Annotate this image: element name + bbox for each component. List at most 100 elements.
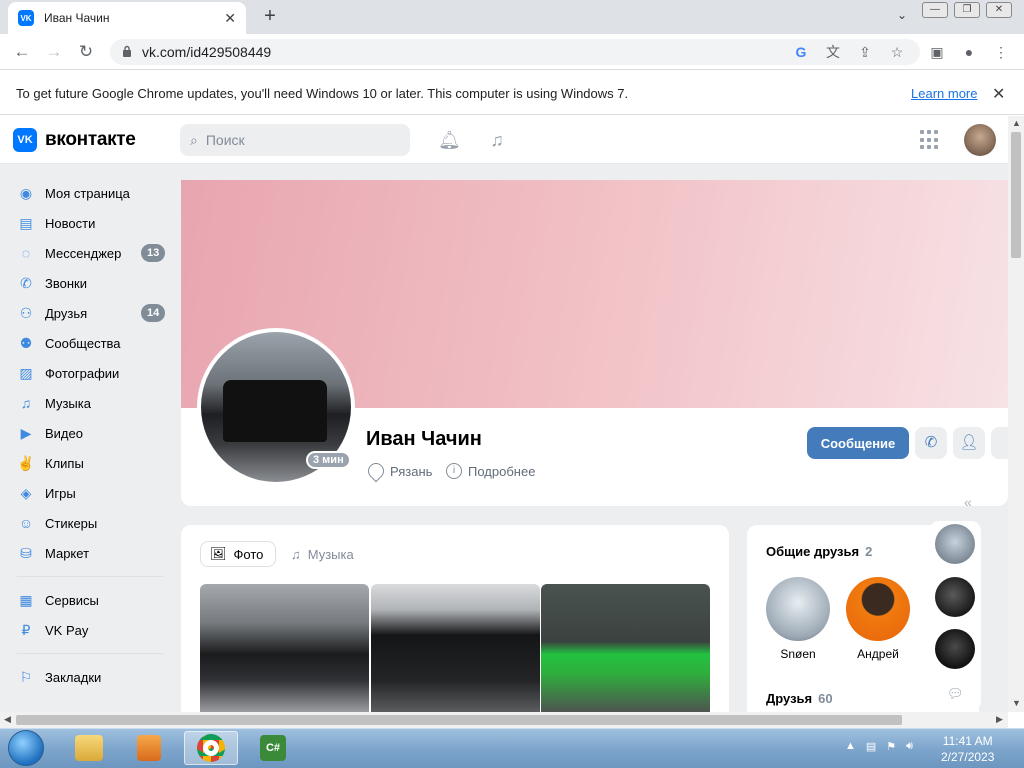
friend-item[interactable]: Андрей <box>846 577 910 661</box>
vk-logo-icon[interactable]: VK <box>13 128 37 152</box>
vk-brand-name[interactable]: вконтакте <box>45 129 136 151</box>
vk-search-input[interactable]: ⌕ Поиск <box>180 124 410 156</box>
tray-expand-icon[interactable]: ▲ <box>845 740 856 753</box>
friends-header[interactable]: Друзья 60 <box>766 691 833 706</box>
csharp-icon: C# <box>260 735 286 761</box>
photo-thumbnail-3[interactable] <box>541 584 710 712</box>
city-label: Рязань <box>390 463 433 479</box>
tab-photos[interactable]: 🖼︎ Фото <box>200 541 276 567</box>
music-note-icon: ♫ <box>291 546 301 562</box>
music-player-icon[interactable]: ♫ <box>486 130 508 152</box>
bookmark-icon: ⚐ <box>19 669 33 685</box>
sidebar-item[interactable]: ▦ Сервисы <box>0 585 175 615</box>
photo-thumbnail-2[interactable] <box>371 584 540 712</box>
sidebar-item[interactable]: ⚇ Друзья 14 <box>0 298 175 328</box>
friend-status-button[interactable]: 👤︎ <box>953 427 985 459</box>
tab-music[interactable]: ♫ Музыка <box>291 541 354 567</box>
vertical-scroll-thumb[interactable] <box>1011 132 1021 258</box>
phone-icon: ✆ <box>20 275 32 291</box>
sidebar-item[interactable]: ⚐ Закладки <box>0 662 175 692</box>
back-arrow-icon[interactable]: ← <box>12 42 32 62</box>
header-avatar[interactable] <box>964 124 996 156</box>
menu-kebab-icon[interactable]: ⋮ <box>992 43 1010 61</box>
scroll-left-arrow-icon[interactable]: ◀ <box>4 714 11 725</box>
sidebar-item[interactable]: ✌ Клипы <box>0 448 175 478</box>
sidebar-item-label: Друзья <box>45 305 88 321</box>
mutual-friends-header[interactable]: Общие друзья 2 <box>766 544 872 559</box>
network-icon[interactable]: ▤ <box>866 740 876 753</box>
scroll-up-arrow-icon[interactable]: ▲ <box>1012 118 1021 128</box>
sidebar-item[interactable]: ⚉ Сообщества <box>0 328 175 358</box>
message-button[interactable]: Сообщение <box>807 427 909 459</box>
profile-city[interactable]: Рязань <box>364 459 433 483</box>
taskbar-csharp[interactable]: C# <box>246 731 300 765</box>
call-button[interactable]: ✆ <box>915 427 947 459</box>
mutual-friends-title: Общие друзья <box>766 544 860 559</box>
sidebar-divider <box>17 576 163 577</box>
music-icon: ♫ <box>20 395 32 411</box>
url-text[interactable]: vk.com/id429508449 <box>142 44 271 60</box>
sidebar-item[interactable]: ▶ Видео <box>0 418 175 448</box>
restore-button[interactable]: ❐ <box>954 2 980 18</box>
sidebar-item[interactable]: ◌ Мессенджер 13 <box>0 238 175 268</box>
chat-avatar[interactable] <box>935 577 975 617</box>
forward-arrow-icon[interactable]: → <box>44 42 64 62</box>
sidebar-item[interactable]: ◉ Моя страница <box>0 178 175 208</box>
browser-tab[interactable]: VK Иван Чачин ✕ <box>8 2 246 34</box>
photo-thumbnail-1[interactable] <box>200 584 369 712</box>
vk-sidebar: ◉ Моя страница ▤ Новости ◌ Мессенджер 13 ✆ Звонк… <box>0 178 175 692</box>
window-controls: — ❐ ✕ <box>922 2 1012 18</box>
translate-icon[interactable]: 文 <box>824 43 842 61</box>
chat-avatar[interactable] <box>935 524 975 564</box>
horizontal-scroll-thumb[interactable] <box>16 715 902 725</box>
sidebar-item-label: Видео <box>45 425 83 441</box>
tab-search-icon[interactable]: ⌄ <box>897 8 907 22</box>
taskbar-clock[interactable]: 11:41 AM 2/27/2023 <box>941 733 994 765</box>
clock-time: 11:41 AM <box>942 734 993 748</box>
chat-avatar[interactable] <box>935 629 975 669</box>
sidebar-badge: 13 <box>141 244 166 262</box>
user-circle-icon: ◉ <box>19 185 33 201</box>
sidebar-item-label: Моя страница <box>45 185 130 201</box>
close-window-button[interactable]: ✕ <box>986 2 1012 18</box>
sidebar-item[interactable]: ♫ Музыка <box>0 388 175 418</box>
notifications-bell-icon[interactable]: 🔔︎ <box>438 130 461 152</box>
lock-icon[interactable] <box>122 45 132 57</box>
sidebar-item[interactable]: ▨ Фотографии <box>0 358 175 388</box>
action-center-icon[interactable]: ⚑ <box>886 740 896 753</box>
apps-grid-icon[interactable] <box>920 130 940 150</box>
taskbar-media-player[interactable] <box>122 731 176 765</box>
close-tab-icon[interactable]: ✕ <box>224 10 236 27</box>
volume-icon[interactable]: 🔊︎ <box>906 740 913 753</box>
sidebar-item[interactable]: ▤ Новости <box>0 208 175 238</box>
scroll-right-arrow-icon[interactable]: ▶ <box>996 714 1003 725</box>
sidebar-item[interactable]: ☺ Стикеры <box>0 508 175 538</box>
chat-bubble-icon[interactable]: 💬︎ <box>947 686 964 702</box>
friend-item[interactable]: Snøen <box>766 577 830 661</box>
taskbar-chrome[interactable] <box>184 731 238 765</box>
more-actions-button[interactable] <box>991 427 1008 459</box>
sidebar-item-label: Клипы <box>45 455 84 471</box>
infobar-close-icon[interactable]: ✕ <box>992 84 1005 104</box>
taskbar-explorer[interactable] <box>62 731 116 765</box>
profile-icon[interactable]: ● <box>960 43 978 61</box>
sidebar-item[interactable]: ◈ Игры <box>0 478 175 508</box>
collapse-chats-icon[interactable]: « <box>964 494 972 510</box>
scroll-down-arrow-icon[interactable]: ▼ <box>1012 698 1021 708</box>
side-panel-icon[interactable]: ▣ <box>928 43 946 61</box>
start-button[interactable] <box>8 730 44 766</box>
profile-more-info[interactable]: i Подробнее <box>446 463 535 479</box>
google-lens-icon[interactable]: G <box>792 43 810 61</box>
mutual-friends-count: 2 <box>865 544 873 559</box>
reload-icon[interactable]: ↻ <box>76 42 96 62</box>
bookmark-star-icon[interactable]: ☆ <box>888 43 906 61</box>
sidebar-item-label: Маркет <box>45 545 90 561</box>
sidebar-item[interactable]: ₽ VK Pay <box>0 615 175 645</box>
sidebar-item[interactable]: ⛁ Маркет <box>0 538 175 568</box>
new-tab-button[interactable]: + <box>260 6 280 26</box>
sidebar-item[interactable]: ✆ Звонки <box>0 268 175 298</box>
learn-more-link[interactable]: Learn more <box>911 86 977 101</box>
minimize-button[interactable]: — <box>922 2 948 18</box>
user-check-icon: 👤︎ <box>959 434 979 451</box>
share-icon[interactable]: ⇪ <box>856 43 874 61</box>
